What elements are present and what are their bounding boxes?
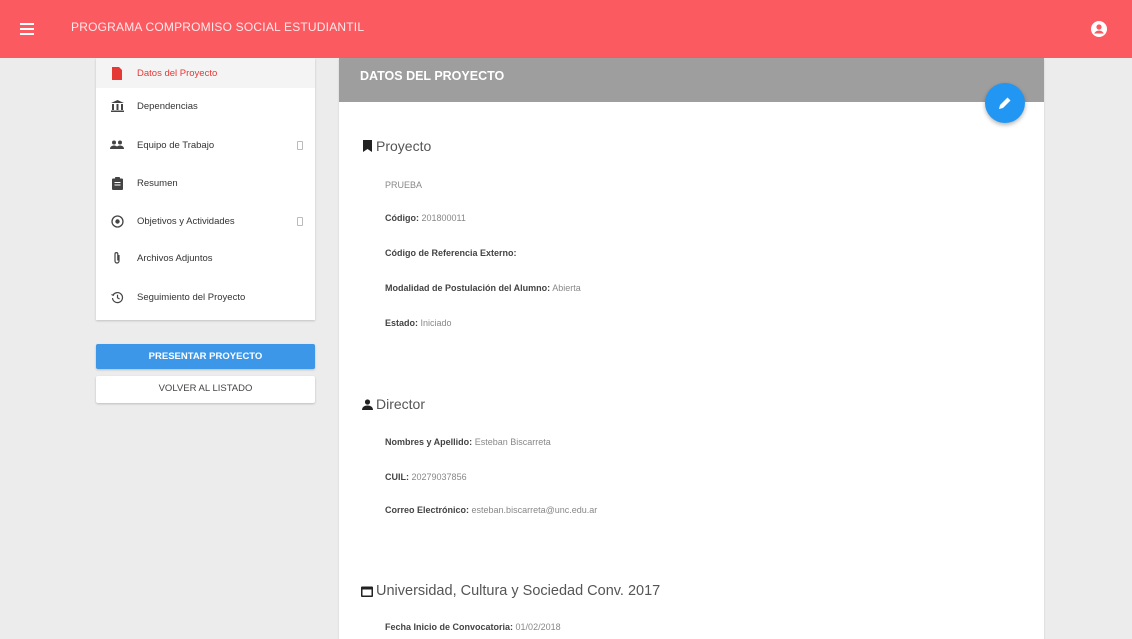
field-modalidad: Modalidad de Postulación del Alumno: Abi… xyxy=(385,283,581,293)
sidebar-item-label: Seguimiento del Proyecto xyxy=(137,291,246,303)
sidebar-nav: Datos del Proyecto Dependencias Equipo d… xyxy=(96,58,315,320)
field-cuil: CUIL: 20279037856 xyxy=(385,472,467,482)
edit-button[interactable] xyxy=(985,83,1025,123)
section-director-title: Director xyxy=(361,396,425,412)
sidebar-item-label: Archivos Adjuntos xyxy=(137,252,213,264)
section-proyecto-title: Proyecto xyxy=(361,138,431,154)
history-icon xyxy=(110,290,124,304)
project-details-card: DATOS DEL PROYECTO xyxy=(339,58,1044,639)
calendar-icon xyxy=(361,585,373,597)
expand-icon[interactable] xyxy=(297,216,303,226)
expand-icon[interactable] xyxy=(297,140,303,150)
account-circle-icon[interactable] xyxy=(1090,20,1108,38)
sidebar-item-seguimiento-del-proyecto[interactable]: Seguimiento del Proyecto xyxy=(96,282,315,312)
app-bar: PROGRAMA COMPROMISO SOCIAL ESTUDIANTIL xyxy=(0,0,1132,58)
hamburger-icon[interactable] xyxy=(18,19,38,39)
bookmark-icon xyxy=(361,140,373,152)
institution-icon xyxy=(110,99,124,113)
field-codigo: Código: 201800011 xyxy=(385,213,466,223)
sidebar-item-datos-del-proyecto[interactable]: Datos del Proyecto xyxy=(96,58,315,88)
target-icon xyxy=(110,214,124,228)
sidebar-item-equipo-de-trabajo[interactable]: Equipo de Trabajo xyxy=(96,130,315,160)
field-estado: Estado: Iniciado xyxy=(385,318,452,328)
section-convocatoria-title: Universidad, Cultura y Sociedad Conv. 20… xyxy=(361,583,660,599)
sidebar-item-objetivos-y-actividades[interactable]: Objetivos y Actividades xyxy=(96,206,315,236)
presentar-proyecto-button[interactable]: PRESENTAR PROYECTO xyxy=(96,344,315,369)
field-nombres: Nombres y Apellido: Esteban Biscarreta xyxy=(385,437,551,447)
paperclip-icon xyxy=(110,251,124,265)
person-icon xyxy=(361,398,373,410)
field-fecha-inicio: Fecha Inicio de Convocatoria: 01/02/2018 xyxy=(385,622,561,632)
card-title: DATOS DEL PROYECTO xyxy=(360,69,505,83)
sidebar-item-label: Equipo de Trabajo xyxy=(137,139,215,151)
volver-al-listado-button[interactable]: VOLVER AL LISTADO xyxy=(96,376,315,403)
clipboard-icon xyxy=(110,176,124,190)
field-correo: Correo Electrónico: esteban.biscarreta@u… xyxy=(385,505,598,515)
sidebar-item-resumen[interactable]: Resumen xyxy=(96,168,315,198)
project-name: PRUEBA xyxy=(385,180,423,190)
document-icon xyxy=(110,66,124,80)
sidebar-item-label: Datos del Proyecto xyxy=(137,67,218,79)
card-header: DATOS DEL PROYECTO xyxy=(339,58,1044,102)
sidebar-item-dependencias[interactable]: Dependencias xyxy=(96,91,315,121)
pencil-icon xyxy=(999,97,1011,109)
sidebar-item-label: Resumen xyxy=(137,177,178,189)
sidebar-item-label: Dependencias xyxy=(137,100,198,112)
sidebar-item-label: Objetivos y Actividades xyxy=(137,215,235,227)
people-icon xyxy=(110,138,124,152)
field-codigo-referencia: Código de Referencia Externo: xyxy=(385,248,517,258)
sidebar-item-archivos-adjuntos[interactable]: Archivos Adjuntos xyxy=(96,243,315,273)
app-title: PROGRAMA COMPROMISO SOCIAL ESTUDIANTIL xyxy=(71,20,365,34)
